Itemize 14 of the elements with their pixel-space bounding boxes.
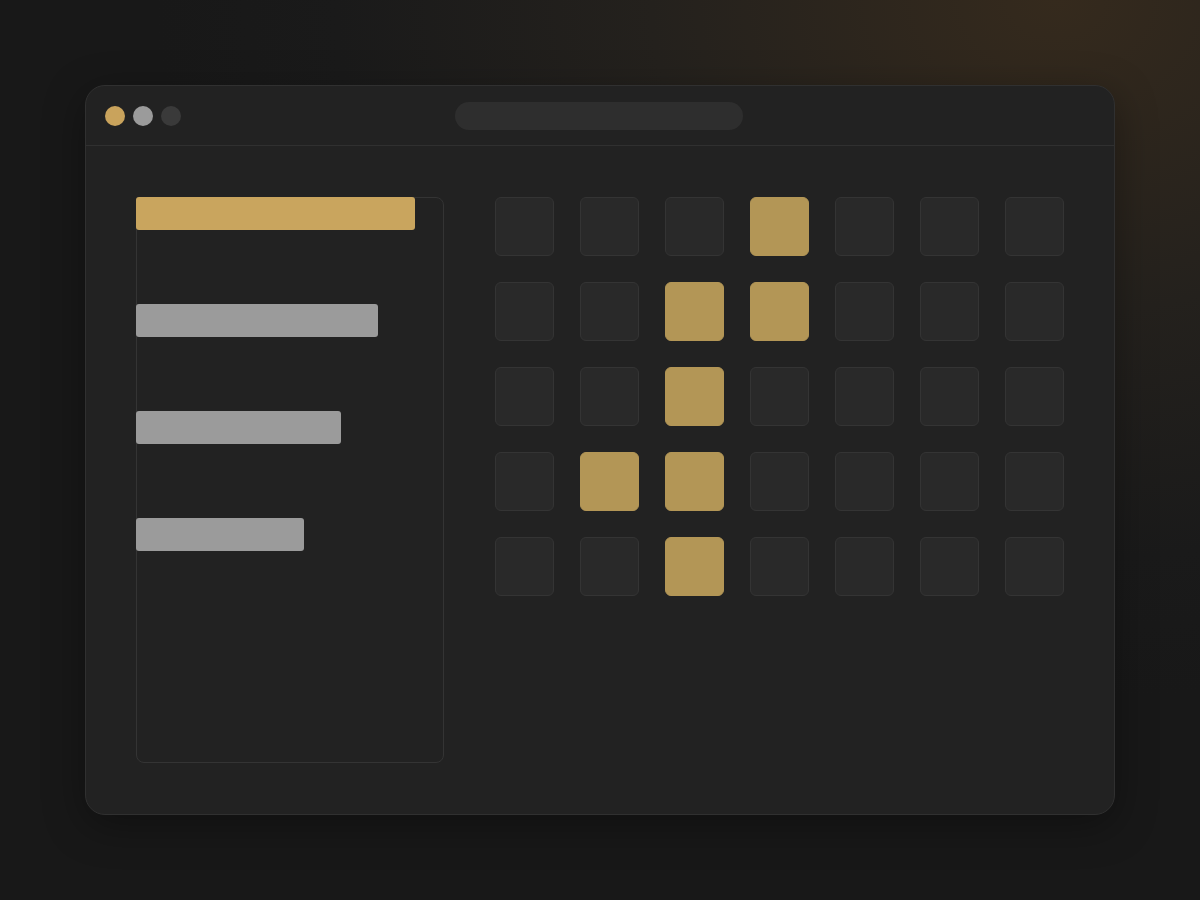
- window-dot-icon[interactable]: [133, 105, 153, 126]
- window-dot-icon[interactable]: [161, 105, 181, 126]
- sidebar-item[interactable]: [136, 518, 304, 551]
- grid-tile[interactable]: [665, 537, 724, 596]
- grid-tile[interactable]: [750, 282, 809, 341]
- grid-tile[interactable]: [665, 367, 724, 426]
- sidebar-item[interactable]: [136, 304, 378, 337]
- window-dot-icon[interactable]: [105, 105, 125, 126]
- sidebar-item[interactable]: [136, 197, 415, 230]
- sidebar-item[interactable]: [136, 411, 341, 444]
- grid-tile[interactable]: [665, 452, 724, 511]
- grid-tile[interactable]: [750, 197, 809, 256]
- grid-tile[interactable]: [665, 282, 724, 341]
- grid-tile[interactable]: [580, 452, 639, 511]
